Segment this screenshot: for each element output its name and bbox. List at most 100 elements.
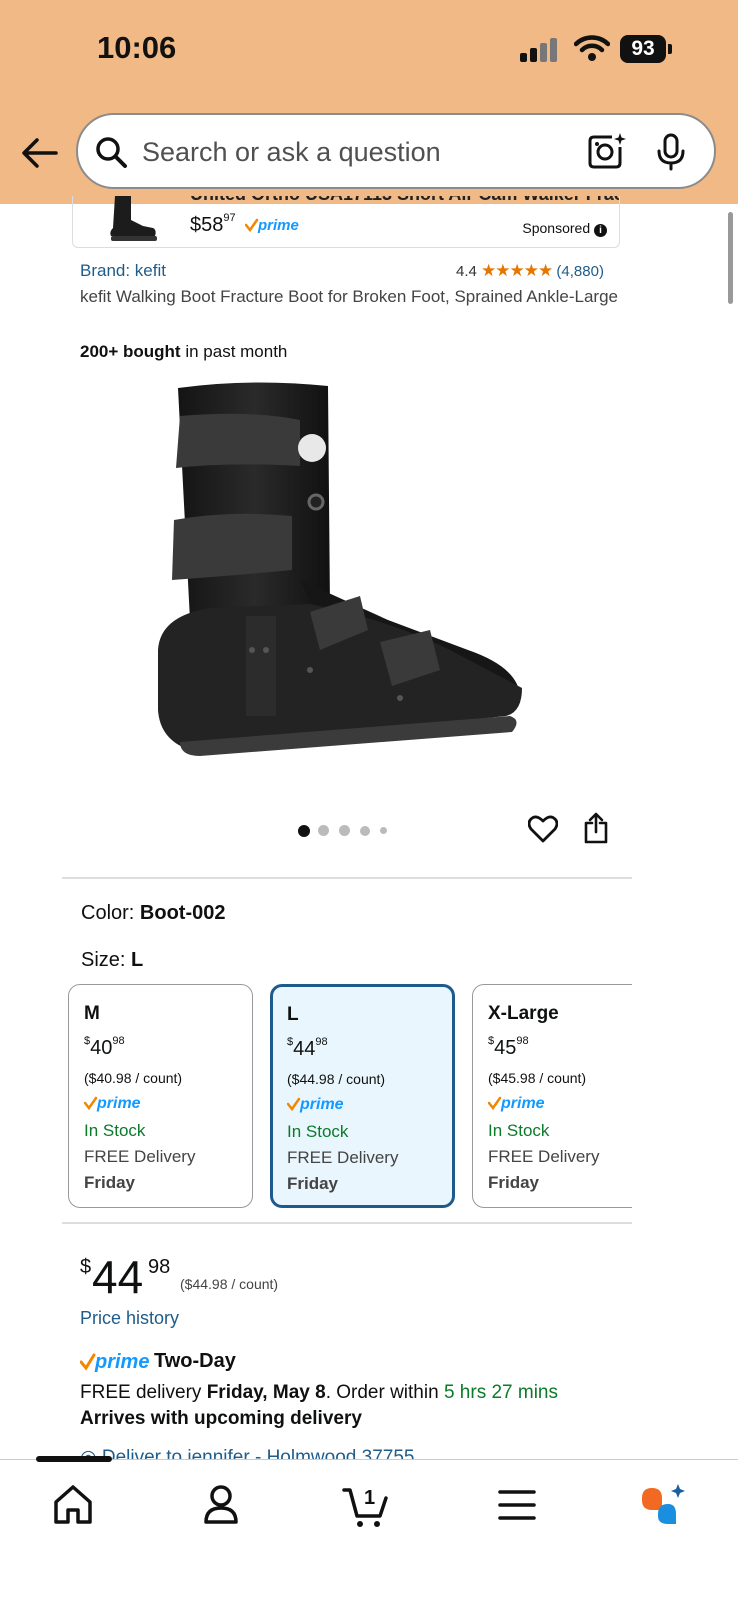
prime-text: prime <box>94 1351 149 1373</box>
rufus-ai-assistant-icon[interactable] <box>638 1480 688 1530</box>
ad-price: $5897 <box>190 212 236 237</box>
bought-count: 200+ bought in past month <box>80 342 287 362</box>
search-icon <box>96 137 127 168</box>
two-day-label: Two-Day <box>154 1350 236 1372</box>
menu-icon[interactable] <box>492 1480 542 1530</box>
sponsored-text: Sponsored <box>522 220 591 236</box>
size-selector: Size: L <box>81 949 143 972</box>
carousel-dot <box>380 827 387 834</box>
price-currency: $ <box>488 1035 495 1047</box>
ad-title: United Ortho USA17113 Short Air Cam Walk… <box>190 196 619 205</box>
sponsored-label[interactable]: Sponsored i <box>522 220 607 237</box>
rating-value: 4.4 <box>456 263 477 280</box>
prime-text: prime <box>500 1095 545 1112</box>
info-icon: i <box>594 224 607 237</box>
delivery-date: Friday, May 8 <box>206 1382 326 1403</box>
delivery-text: FREE Delivery <box>287 1148 399 1167</box>
prime-badge: prime <box>487 1095 545 1112</box>
price-currency: $ <box>287 1036 294 1048</box>
size-option-name: L <box>287 1004 299 1025</box>
color-label: Color: <box>81 902 140 924</box>
top-header: 10:06 93 Search or ask a question <box>0 0 738 204</box>
stock-status: In Stock <box>84 1121 146 1140</box>
section-divider <box>62 877 632 879</box>
price-fraction: 98 <box>148 1256 171 1278</box>
cellular-signal-icon <box>520 38 562 62</box>
share-icon[interactable] <box>583 812 609 844</box>
scrollbar[interactable] <box>728 212 733 304</box>
carousel-dot <box>339 825 350 836</box>
price-fraction: 98 <box>516 1035 529 1047</box>
product-image[interactable] <box>150 380 540 770</box>
delivery-countdown: 5 hrs 27 mins <box>443 1382 558 1403</box>
back-arrow-icon[interactable] <box>20 133 60 173</box>
section-divider <box>62 1222 632 1224</box>
star-rating-icon: ★★★★★ <box>481 261 553 280</box>
prime-badge: prime <box>80 1351 149 1373</box>
prime-badge: prime <box>286 1096 344 1113</box>
bought-count-bold: 200+ bought <box>80 342 181 361</box>
camera-lens-icon[interactable] <box>586 131 626 171</box>
price-whole: 40 <box>90 1037 113 1059</box>
rating-count: (4,880) <box>556 263 604 280</box>
delivery-day: Friday <box>84 1173 136 1192</box>
sponsored-ad[interactable]: United Ortho USA17113 Short Air Cam Walk… <box>72 196 620 248</box>
delivery-text: FREE Delivery <box>84 1147 196 1166</box>
home-icon[interactable] <box>48 1480 98 1530</box>
ad-price-whole: $58 <box>190 214 224 236</box>
delivery-day: Friday <box>287 1174 339 1193</box>
rating-summary[interactable]: 4.4 ★★★★★ (4,880) <box>456 261 604 281</box>
delivery-info: FREE delivery Friday, May 8. Order withi… <box>80 1382 558 1404</box>
size-option-price: $4098 <box>84 1035 252 1060</box>
heart-icon[interactable] <box>528 815 558 843</box>
wifi-icon <box>574 35 610 61</box>
stock-status: In Stock <box>287 1122 349 1141</box>
deliver-to-text: Deliver to jennifer - Holmwood 37755 <box>101 1447 415 1459</box>
cart-count: 1 <box>364 1487 375 1509</box>
size-options: M $4098 ($40.98 / count) prime In Stock … <box>68 984 632 1208</box>
bought-count-rest: in past month <box>180 342 288 361</box>
order-within: . Order within <box>325 1382 444 1403</box>
delivery-text: FREE Delivery <box>488 1147 600 1166</box>
product-title: kefit Walking Boot Fracture Boot for Bro… <box>80 287 618 306</box>
arrives-note: Arrives with upcoming delivery <box>80 1408 362 1429</box>
bottom-tab-bar: 1 <box>0 1456 738 1600</box>
prime-badge: prime <box>83 1095 141 1112</box>
ad-price-fraction: 97 <box>223 212 236 224</box>
ad-product-image <box>110 196 157 241</box>
unit-price: ($44.98 / count) <box>180 1276 279 1292</box>
carousel-dot-active <box>298 825 310 837</box>
ad-prime-text: prime <box>257 217 299 234</box>
prime-text: prime <box>96 1095 141 1112</box>
profile-icon[interactable] <box>196 1480 246 1530</box>
price-history-link[interactable]: Price history <box>80 1308 179 1329</box>
price-whole: 44 <box>92 1251 144 1303</box>
size-option-name: X-Large <box>488 1003 559 1024</box>
carousel-dot <box>318 825 329 836</box>
color-value: Boot-002 <box>139 902 226 924</box>
price-whole: 45 <box>494 1037 517 1059</box>
price-currency: $ <box>80 1256 92 1278</box>
free-delivery-prefix: FREE delivery <box>80 1382 207 1403</box>
deliver-to-link[interactable]: ◎ Deliver to jennifer - Holmwood 37755 <box>80 1446 414 1459</box>
stock-status: In Stock <box>488 1121 550 1140</box>
size-option-l[interactable]: L $4498 ($44.98 / count) prime In Stock … <box>270 984 455 1208</box>
search-input[interactable]: Search or ask a question <box>142 137 441 168</box>
color-selector: Color: Boot-002 <box>81 902 225 925</box>
size-option-m[interactable]: M $4098 ($40.98 / count) prime In Stock … <box>68 984 253 1208</box>
battery-indicator: 93 <box>620 35 666 63</box>
size-option-unit-price: ($40.98 / count) <box>84 1070 183 1086</box>
cart-icon[interactable]: 1 <box>342 1480 392 1530</box>
size-option-price: $4498 <box>287 1036 452 1061</box>
brand-link[interactable]: Brand: kefit <box>80 261 166 281</box>
search-bar[interactable]: Search or ask a question <box>76 113 716 189</box>
microphone-icon[interactable] <box>656 133 686 171</box>
size-option-unit-price: ($45.98 / count) <box>488 1070 587 1086</box>
size-option-x-large[interactable]: X-Large $4598 ($45.98 / count) prime In … <box>472 984 632 1208</box>
size-option-unit-price: ($44.98 / count) <box>287 1071 386 1087</box>
size-option-price: $4598 <box>488 1035 632 1060</box>
size-option-name: M <box>84 1003 100 1024</box>
active-tab-indicator <box>36 1456 112 1462</box>
prime-text: prime <box>299 1096 344 1113</box>
prime-badge: prime <box>245 217 299 234</box>
